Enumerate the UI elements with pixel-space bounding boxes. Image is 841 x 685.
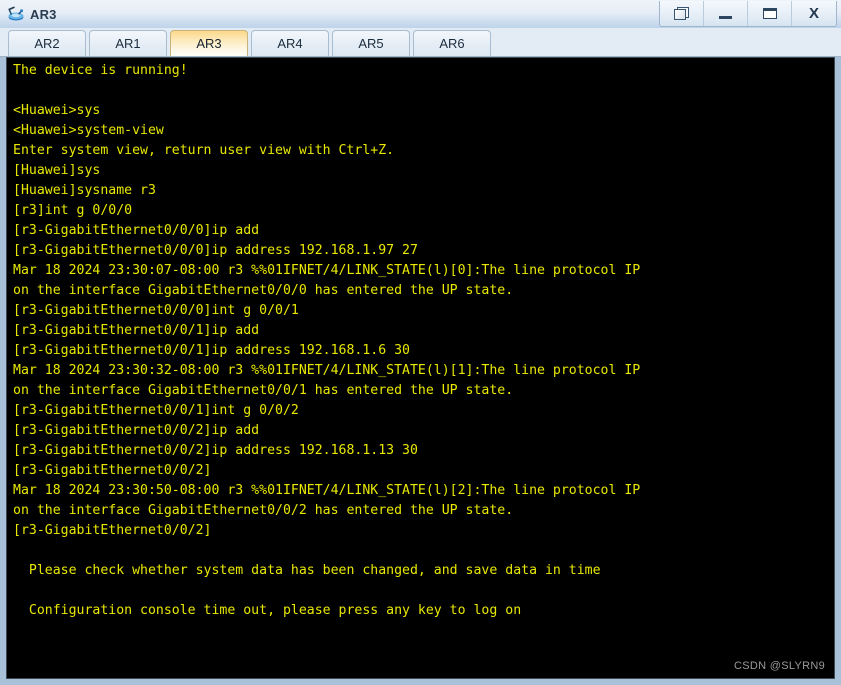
- tab-label: AR2: [34, 36, 60, 51]
- device-console-window: AR3 X AR2 AR1 AR3 AR4 AR5 AR6 The device…: [0, 0, 841, 685]
- console-line: [r3-GigabitEthernet0/0/2]: [13, 463, 212, 478]
- window-title: AR3: [30, 6, 57, 22]
- console-line: Enter system view, return user view with…: [13, 143, 395, 158]
- device-tab-bar: AR2 AR1 AR3 AR4 AR5 AR6: [0, 28, 841, 57]
- console-line: The device is running!: [13, 63, 188, 78]
- console-output[interactable]: The device is running! <Huawei>sys <Huawe…: [6, 57, 835, 679]
- tab-label: AR3: [196, 36, 222, 51]
- tab-label: AR4: [277, 36, 303, 51]
- close-icon: X: [808, 5, 819, 22]
- tab-ar4[interactable]: AR4: [251, 30, 329, 56]
- maximize-button[interactable]: [748, 1, 792, 26]
- console-line: on the interface GigabitEthernet0/0/0 ha…: [13, 283, 514, 298]
- console-line: Mar 18 2024 23:30:32-08:00 r3 %%01IFNET/…: [13, 363, 641, 378]
- terminal-frame: The device is running! <Huawei>sys <Huawe…: [0, 57, 841, 685]
- console-line: [r3-GigabitEthernet0/0/2]ip add: [13, 423, 260, 438]
- close-button[interactable]: X: [792, 1, 836, 26]
- console-line: [r3-GigabitEthernet0/0/2]: [13, 523, 212, 538]
- tab-ar1[interactable]: AR1: [89, 30, 167, 56]
- console-line: [r3-GigabitEthernet0/0/1]int g 0/0/2: [13, 403, 299, 418]
- restore-icon: [674, 7, 689, 20]
- console-line: Please check whether system data has bee…: [13, 563, 601, 578]
- tab-label: AR5: [358, 36, 384, 51]
- console-line: [r3-GigabitEthernet0/0/1]ip address 192.…: [13, 343, 410, 358]
- watermark: CSDN @SLYRN9: [734, 660, 825, 672]
- minimize-icon: [719, 15, 732, 19]
- console-text: The device is running! <Huawei>sys <Huawe…: [7, 58, 834, 621]
- console-line: [r3-GigabitEthernet0/0/0]int g 0/0/1: [13, 303, 299, 318]
- tab-ar6[interactable]: AR6: [413, 30, 491, 56]
- router-icon: [6, 4, 26, 24]
- console-line: <Huawei>system-view: [13, 123, 164, 138]
- console-line: Mar 18 2024 23:30:07-08:00 r3 %%01IFNET/…: [13, 263, 641, 278]
- console-line: [r3-GigabitEthernet0/0/0]ip address 192.…: [13, 243, 418, 258]
- console-line: <Huawei>sys: [13, 103, 101, 118]
- console-line: [r3]int g 0/0/0: [13, 203, 133, 218]
- restore-button[interactable]: [660, 1, 704, 26]
- console-line: [Huawei]sysname r3: [13, 183, 156, 198]
- tab-ar3[interactable]: AR3: [170, 30, 248, 56]
- tab-ar2[interactable]: AR2: [8, 30, 86, 56]
- console-line: [r3-GigabitEthernet0/0/1]ip add: [13, 323, 260, 338]
- console-line: [Huawei]sys: [13, 163, 101, 178]
- console-line: [r3-GigabitEthernet0/0/2]ip address 192.…: [13, 443, 418, 458]
- tab-ar5[interactable]: AR5: [332, 30, 410, 56]
- tab-label: AR6: [439, 36, 465, 51]
- console-line: [r3-GigabitEthernet0/0/0]ip add: [13, 223, 260, 238]
- console-line: Mar 18 2024 23:30:50-08:00 r3 %%01IFNET/…: [13, 483, 641, 498]
- console-line: Configuration console time out, please p…: [13, 603, 522, 618]
- minimize-button[interactable]: [704, 1, 748, 26]
- title-bar[interactable]: AR3 X: [0, 0, 841, 28]
- maximize-icon: [762, 8, 777, 19]
- window-controls: X: [659, 1, 837, 27]
- console-line: on the interface GigabitEthernet0/0/2 ha…: [13, 503, 514, 518]
- console-line: on the interface GigabitEthernet0/0/1 ha…: [13, 383, 514, 398]
- tab-label: AR1: [115, 36, 141, 51]
